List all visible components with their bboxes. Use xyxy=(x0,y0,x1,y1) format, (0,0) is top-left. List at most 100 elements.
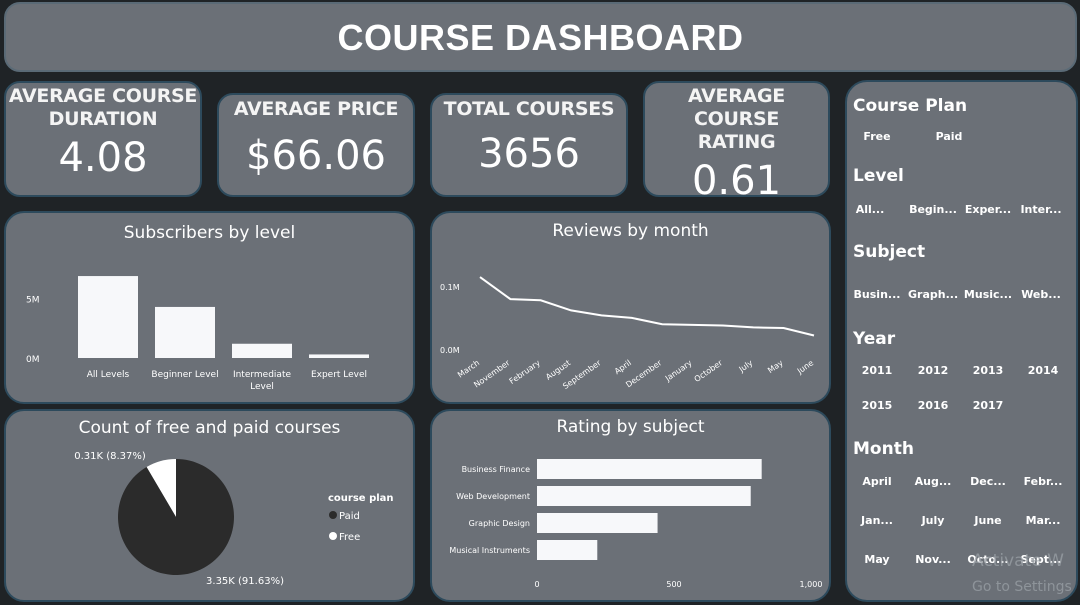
y-tick-label: 5M xyxy=(26,296,40,306)
bar xyxy=(537,513,658,533)
legend-title: course plan xyxy=(328,493,394,504)
slicer-item-month[interactable]: June xyxy=(963,514,1013,527)
kpi-value: 0.61 xyxy=(691,158,782,204)
data-label: 0.31K (8.37%) xyxy=(74,451,146,462)
plan-pie-chart-card[interactable]: Count of free and paid courses 0.31K (8.… xyxy=(4,409,415,602)
x-tick-label: March xyxy=(456,358,481,379)
legend-marker xyxy=(329,532,337,540)
slicer-item-year[interactable]: 2011 xyxy=(852,364,902,377)
dashboard-header: COURSE DASHBOARD xyxy=(4,2,1077,72)
slicer-title-level: Level xyxy=(853,166,904,186)
slicer-item-subject[interactable]: Music... xyxy=(963,288,1013,301)
x-tick-label: Level xyxy=(250,382,274,392)
y-tick-label: 0.1M xyxy=(440,283,460,292)
reviews-line-chart: 0.0M0.1MMarchNovemberFebruary AugustSepte… xyxy=(440,276,815,391)
slicer-item-year[interactable]: 2015 xyxy=(852,399,902,412)
slicer-item-month[interactable]: Dec... xyxy=(963,475,1013,488)
slicer-item-year[interactable]: 2012 xyxy=(908,364,958,377)
slicer-item-year[interactable]: 2013 xyxy=(963,364,1013,377)
y-tick-label: Business Finance xyxy=(462,465,531,474)
slicer-title-month: Month xyxy=(853,439,914,459)
x-tick-label: All Levels xyxy=(87,370,130,380)
x-tick-label: 0 xyxy=(534,580,539,589)
bar xyxy=(537,459,762,479)
kpi-value: 3656 xyxy=(478,131,580,177)
x-tick-label: July xyxy=(737,358,755,374)
kpi-label: AVERAGE COURSE xyxy=(688,85,785,130)
kpi-label: TOTAL COURSES xyxy=(443,98,615,120)
y-tick-label: Web Development xyxy=(456,492,530,501)
y-tick-label: Graphic Design xyxy=(469,519,530,528)
slicer-item-level[interactable]: Begin... xyxy=(908,203,958,216)
series-line xyxy=(479,276,815,337)
kpi-average-duration: AVERAGE COURSE DURATION 4.08 xyxy=(4,81,202,197)
x-tick-label: Expert Level xyxy=(311,370,367,380)
slicer-item-level[interactable]: Inter... xyxy=(1016,203,1066,216)
slicer-item-level[interactable]: Exper... xyxy=(963,203,1013,216)
y-tick-label: 0.0M xyxy=(440,346,460,355)
slicer-item-month[interactable]: Mar... xyxy=(1018,514,1068,527)
kpi-label: AVERAGE PRICE xyxy=(233,98,399,120)
slicer-item-subject[interactable]: Busin... xyxy=(852,288,902,301)
x-tick-label: Intermediate xyxy=(233,370,292,380)
slicer-item-year[interactable]: 2014 xyxy=(1018,364,1068,377)
x-tick-label: October xyxy=(693,358,725,384)
bar xyxy=(232,343,292,358)
slicer-title-subject: Subject xyxy=(853,242,926,262)
slicer-item-month[interactable]: Aug... xyxy=(908,475,958,488)
x-tick-label: 1,000 xyxy=(800,580,823,589)
x-tick-label: February xyxy=(508,358,542,386)
subscribers-bar-chart: 0M 5M All Levels Beginner Level Intermediate… xyxy=(26,276,369,392)
plan-pie-chart: 0.31K (8.37%) 3.35K (91.63%) course plan Pa… xyxy=(74,451,394,587)
x-tick-label: 500 xyxy=(666,580,681,589)
x-tick-label: January xyxy=(663,358,694,383)
page-title: COURSE DASHBOARD xyxy=(337,17,744,58)
slicer-item-subject[interactable]: Graph... xyxy=(908,288,958,301)
slicer-item-month[interactable]: Nov... xyxy=(908,553,958,566)
slicer-item-month[interactable]: April xyxy=(852,475,902,488)
bar xyxy=(78,276,138,358)
x-tick-label: Beginner Level xyxy=(151,370,218,380)
slicer-item-subject[interactable]: Web... xyxy=(1016,288,1066,301)
slicer-item-year[interactable]: 2016 xyxy=(908,399,958,412)
slicer-item-month[interactable]: Febr... xyxy=(1018,475,1068,488)
watermark-line1: Activate W xyxy=(972,551,1064,571)
slicer-item-level[interactable]: All... xyxy=(845,203,895,216)
y-tick-label: 0M xyxy=(26,355,40,365)
slicer-item-month[interactable]: May xyxy=(852,553,902,566)
kpi-average-price: AVERAGE PRICE $66.06 xyxy=(217,93,415,197)
legend-label: Paid xyxy=(339,511,360,522)
slicer-item-month[interactable]: July xyxy=(908,514,958,527)
x-tick-label: April xyxy=(613,358,633,376)
kpi-label: RATING xyxy=(697,131,776,153)
x-tick-label: May xyxy=(766,358,785,375)
slicer-item-course-plan[interactable]: Free xyxy=(852,130,902,143)
kpi-average-rating: AVERAGE COURSE RATING 0.61 xyxy=(643,81,830,204)
legend-marker xyxy=(329,511,337,519)
rating-bar-chart: Business Finance Web Development Graphic D… xyxy=(449,459,823,589)
kpi-value: 4.08 xyxy=(58,135,148,181)
rating-chart-card[interactable]: Rating by subject Business Finance Web De… xyxy=(430,409,831,602)
kpi-total-courses: TOTAL COURSES 3656 xyxy=(430,93,628,197)
slicer-title-year: Year xyxy=(853,329,896,349)
kpi-value: $66.06 xyxy=(246,133,386,179)
y-tick-label: Musical Instruments xyxy=(449,546,530,555)
legend-label: Free xyxy=(339,532,360,543)
data-label: 3.35K (91.63%) xyxy=(206,576,284,587)
slicer-item-course-plan[interactable]: Paid xyxy=(924,130,974,143)
bar xyxy=(537,486,751,506)
activation-watermark: Activate W Go to Settings xyxy=(972,548,1072,600)
slicer-title-course-plan: Course Plan xyxy=(853,96,968,116)
bar xyxy=(537,540,598,560)
kpi-label: AVERAGE COURSE xyxy=(8,85,198,107)
slicer-item-month[interactable]: Jan... xyxy=(852,514,902,527)
watermark-line2: Go to Settings xyxy=(972,579,1072,595)
bar xyxy=(309,354,369,358)
x-tick-label: June xyxy=(795,358,815,376)
slicer-item-year[interactable]: 2017 xyxy=(963,399,1013,412)
subscribers-chart-card[interactable]: Subscribers by level 0M 5M All Levels Begin… xyxy=(4,211,415,404)
kpi-label: DURATION xyxy=(48,108,158,130)
bar xyxy=(155,306,215,358)
filter-panel: Course Plan Free Paid Level All... Begin… xyxy=(845,80,1078,602)
reviews-chart-card[interactable]: Reviews by month 0.0M 0.1M March November Fe… xyxy=(430,211,831,404)
